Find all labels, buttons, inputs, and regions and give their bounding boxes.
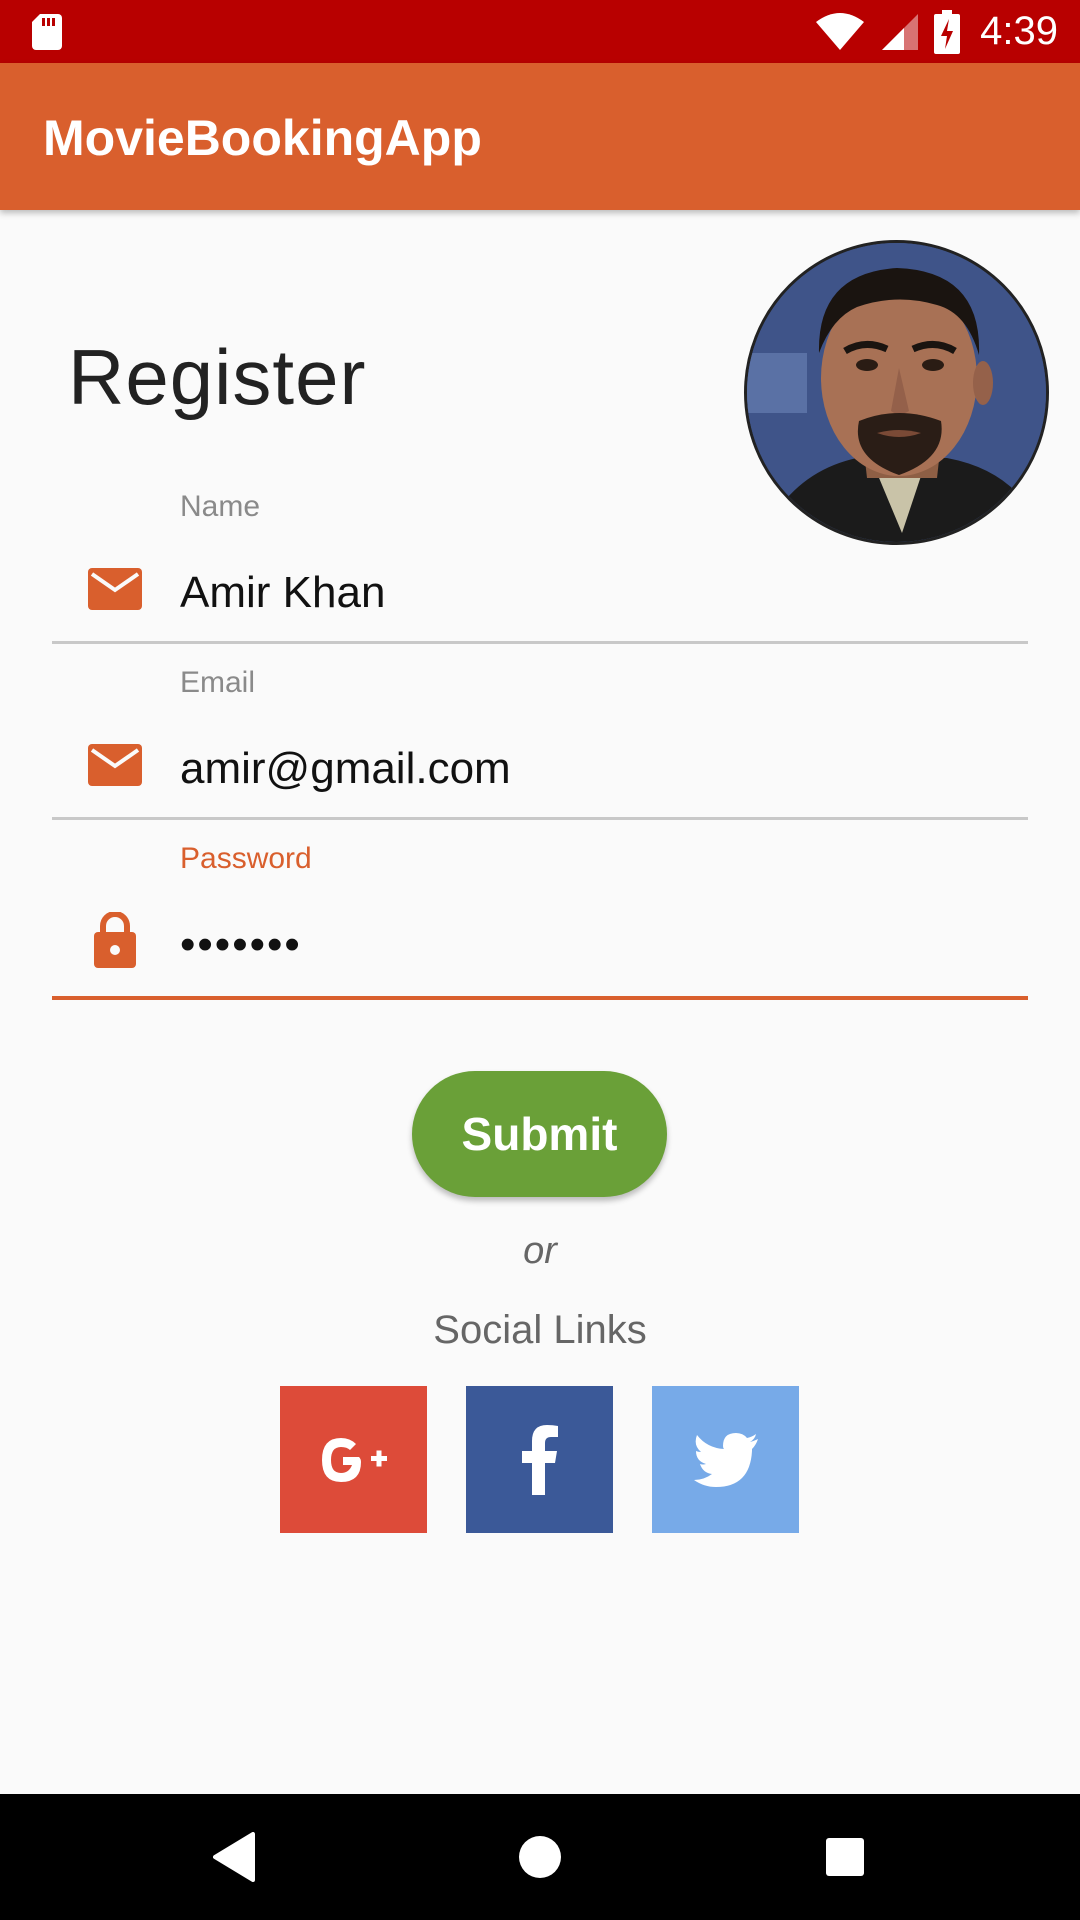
password-input[interactable]: ••••••• xyxy=(180,920,302,970)
password-underline xyxy=(52,996,1028,1000)
battery-charging-icon xyxy=(934,9,961,54)
back-button[interactable] xyxy=(172,1794,298,1920)
social-links-title: Social Links xyxy=(433,1308,647,1352)
sd-card-icon xyxy=(32,14,62,50)
twitter-button[interactable] xyxy=(652,1386,799,1533)
app-bar: MovieBookingApp xyxy=(0,63,1080,210)
clock: 4:39 xyxy=(980,9,1058,53)
register-form: Register Name Amir Khan Email amir@gmail… xyxy=(0,210,1080,1794)
facebook-icon xyxy=(521,1424,558,1495)
recents-icon xyxy=(826,1838,864,1876)
lock-icon xyxy=(94,912,136,968)
home-icon xyxy=(519,1836,561,1878)
status-bar: 4:39 xyxy=(0,0,1080,63)
navigation-bar xyxy=(0,1794,1080,1920)
google-plus-button[interactable] xyxy=(280,1386,427,1533)
submit-button[interactable]: Submit xyxy=(412,1071,667,1197)
home-button[interactable] xyxy=(477,1794,603,1920)
signal-icon xyxy=(882,13,919,50)
or-text: or xyxy=(523,1230,557,1272)
google-plus-icon xyxy=(321,1437,387,1482)
facebook-button[interactable] xyxy=(466,1386,613,1533)
password-label: Password xyxy=(180,842,312,875)
back-icon xyxy=(213,1832,255,1882)
twitter-icon xyxy=(693,1432,758,1487)
status-icons: 4:39 xyxy=(814,0,1058,63)
password-field[interactable]: Password ••••••• xyxy=(52,210,1028,1002)
app-title: MovieBookingApp xyxy=(43,110,482,166)
wifi-icon xyxy=(816,12,865,50)
recents-button[interactable] xyxy=(782,1794,908,1920)
